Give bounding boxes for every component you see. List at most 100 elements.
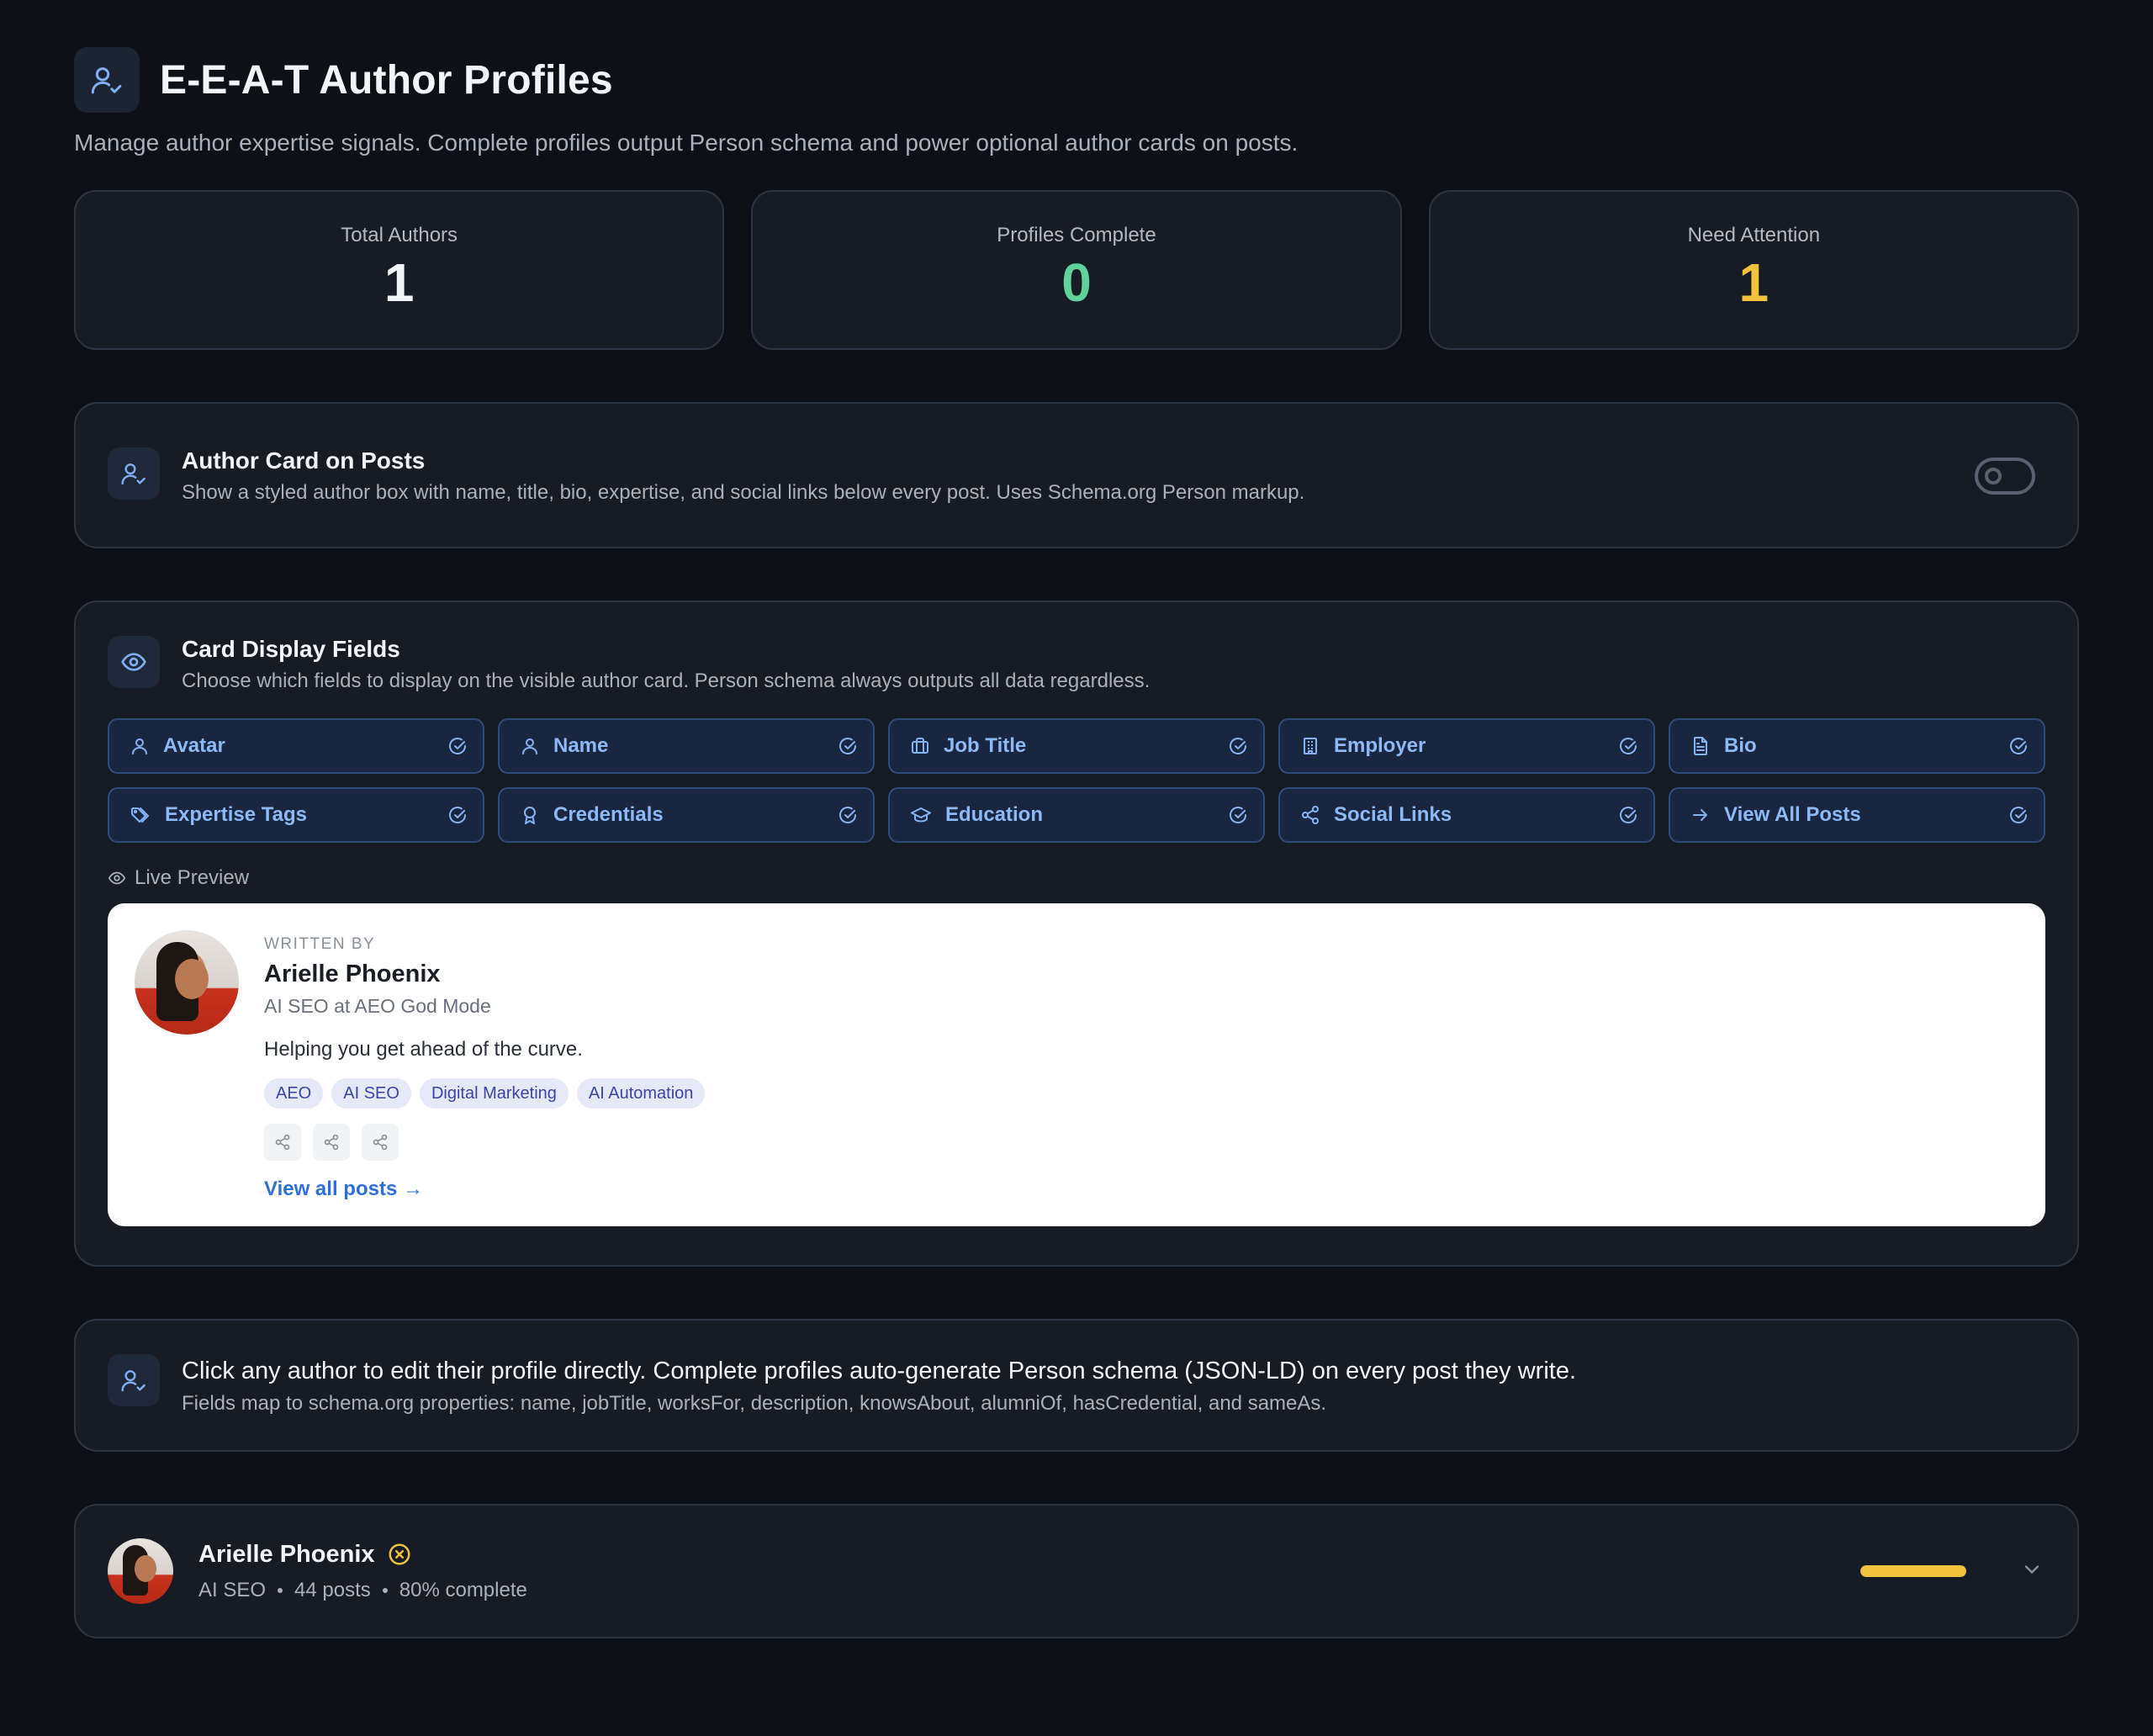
author-card-toggle[interactable] [1975,458,2035,495]
social-links [264,1124,705,1161]
expertise-tag: AI SEO [331,1078,411,1109]
written-by-label: WRITTEN BY [264,935,376,953]
stat-value: 1 [384,252,415,313]
author-role: AI SEO [198,1578,267,1601]
field-chip-avatar[interactable]: Avatar [108,718,484,774]
stats-row: Total Authors 1 Profiles Complete 0 Need… [74,190,2079,350]
user-icon [132,738,147,754]
check-circle-icon [839,807,856,823]
field-chip-label: View All Posts [1724,803,1861,826]
field-chip-label: Name [553,734,609,757]
field-chip-job-title[interactable]: Job Title [888,718,1265,774]
chevron-down-icon[interactable] [2020,1558,2044,1585]
expertise-tag: AI Automation [576,1078,706,1109]
eye-icon [108,871,126,885]
arrow-right-icon [1693,809,1707,821]
field-chip-bio[interactable]: Bio [1669,718,2045,774]
author-card-preview: WRITTEN BY Arielle Phoenix AI SEO at AEO… [108,903,2045,1226]
field-chip-social-links[interactable]: Social Links [1278,787,1655,843]
share-icon[interactable] [362,1124,399,1161]
page: E-E-A-T Author Profiles Manage author ex… [0,0,2153,1736]
check-circle-icon [2010,807,2027,823]
stat-label: Need Attention [1687,224,1821,246]
separator-dot [382,1587,388,1593]
author-name-line: Arielle Phoenix [198,1541,1860,1569]
avatar [135,930,239,1035]
share-icon[interactable] [264,1124,301,1161]
check-circle-icon [1620,738,1637,754]
toggle-knob [1985,468,2002,484]
author-completion: 80% complete [399,1578,527,1601]
check-circle-icon [1620,807,1637,823]
stat-card-total-authors: Total Authors 1 [74,190,725,350]
award-icon [524,807,536,824]
expertise-tag: AEO [264,1078,324,1109]
user-check-icon [108,447,160,500]
field-chip-label: Avatar [163,734,225,757]
live-preview-label: Live Preview [108,866,2045,890]
check-circle-icon [2010,738,2027,754]
eye-icon [108,636,160,688]
user-icon [522,738,537,754]
page-title: E-E-A-T Author Profiles [160,57,613,103]
field-grid: Avatar Name Job Title Employer Bio Exper… [108,718,2045,843]
panel-description: Show a styled author box with name, titl… [182,481,1305,504]
expertise-tags: AEO AI SEO Digital Marketing AI Automati… [264,1078,706,1109]
panel-head: Author Card on Posts Show a styled autho… [108,447,2035,505]
graduation-cap-icon [911,807,931,823]
check-circle-icon [1230,738,1246,754]
panel-title: Card Display Fields [182,636,400,662]
page-header: E-E-A-T Author Profiles [74,47,2079,113]
check-circle-icon [1230,807,1246,823]
page-subtitle: Manage author expertise signals. Complet… [74,130,1299,156]
share-icon [1302,806,1319,824]
separator-dot [278,1587,283,1593]
view-all-posts-link[interactable]: View all posts → [264,1178,705,1201]
field-chip-education[interactable]: Education [888,787,1265,843]
info-panel: Click any author to edit their profile d… [74,1319,2079,1452]
panel-head: Click any author to edit their profile d… [108,1354,2045,1416]
check-circle-icon [449,738,466,754]
document-icon [1694,737,1707,755]
field-chip-label: Job Title [944,734,1027,757]
panel-description: Choose which fields to display on the vi… [182,670,1151,692]
completion-progress-bar [1860,1565,1966,1577]
stat-label: Profiles Complete [997,224,1156,246]
check-circle-icon [449,807,466,823]
field-chip-employer[interactable]: Employer [1278,718,1655,774]
avatar [108,1538,173,1604]
share-icon[interactable] [313,1124,350,1161]
field-chip-label: Bio [1724,734,1757,757]
panel-head: Card Display Fields Choose which fields … [108,636,2045,693]
expertise-tag: Digital Marketing [419,1078,569,1109]
author-name: Arielle Phoenix [198,1540,375,1568]
user-check-icon [108,1354,160,1406]
stat-card-need-attention: Need Attention 1 [1428,190,2079,350]
field-chip-credentials[interactable]: Credentials [498,787,875,843]
stat-label: Total Authors [341,224,458,246]
stat-card-profiles-complete: Profiles Complete 0 [751,190,1402,350]
panel-title: Author Card on Posts [182,447,426,474]
info-title: Click any author to edit their profile d… [182,1358,1577,1384]
display-fields-panel: Card Display Fields Choose which fields … [74,601,2079,1267]
x-circle-icon [389,1543,410,1565]
stat-value: 0 [1061,252,1092,313]
author-row[interactable]: Arielle Phoenix AI SEO 44 posts 80% comp… [74,1504,2079,1638]
preview-author-bio: Helping you get ahead of the curve. [264,1038,583,1061]
field-chip-name[interactable]: Name [498,718,875,774]
author-card-panel: Author Card on Posts Show a styled autho… [74,402,2079,548]
info-description: Fields map to schema.org properties: nam… [182,1392,1327,1415]
preview-author-name: Arielle Phoenix [264,961,441,987]
field-chip-label: Social Links [1334,803,1452,826]
author-row-text: Arielle Phoenix AI SEO 44 posts 80% comp… [198,1541,1860,1602]
field-chip-view-all-posts[interactable]: View All Posts [1669,787,2045,843]
field-chip-label: Education [945,803,1044,826]
field-chip-label: Credentials [553,803,664,826]
building-icon [1304,738,1317,754]
check-circle-icon [839,738,856,754]
preview-author-role: AI SEO at AEO God Mode [264,995,491,1017]
field-chip-expertise-tags[interactable]: Expertise Tags [108,787,484,843]
field-chip-label: Employer [1334,734,1426,757]
progress-fill [1860,1565,1966,1577]
field-chip-label: Expertise Tags [165,803,307,826]
